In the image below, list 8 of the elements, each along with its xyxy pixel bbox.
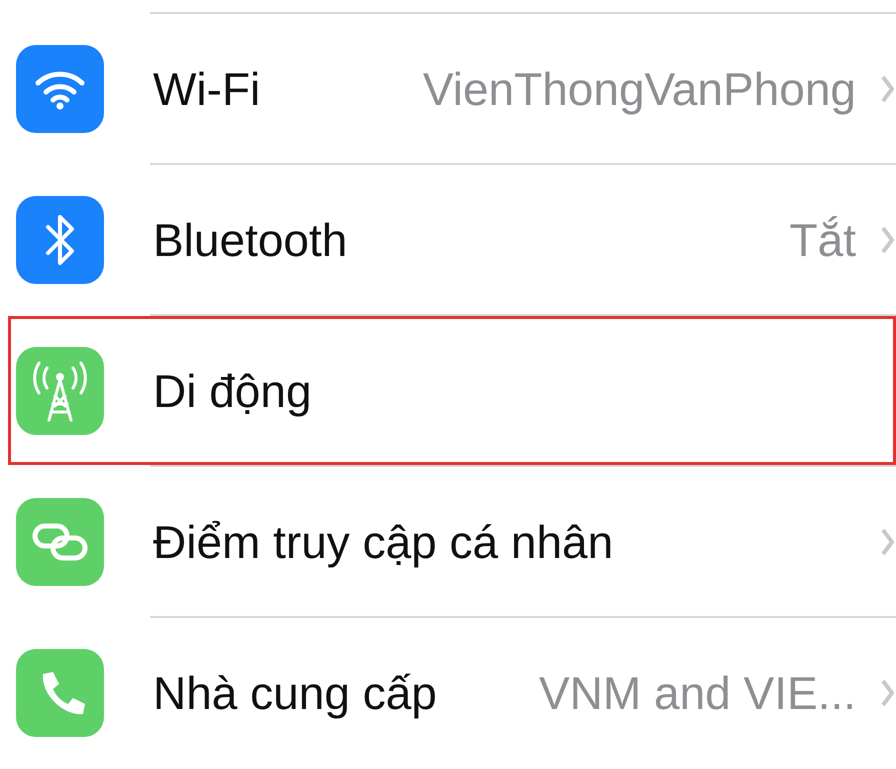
row-label[interactable]: Điểm truy cập cá nhân xyxy=(153,514,614,568)
row-value: VNM and VIE... xyxy=(538,666,856,720)
row-label[interactable]: Wi-Fi xyxy=(153,62,260,116)
row-label[interactable]: Nhà cung cấp xyxy=(153,666,437,720)
row-label[interactable]: Bluetooth xyxy=(153,212,348,266)
row-value: VienThongVanPhong xyxy=(422,62,856,116)
row-label[interactable]: Di động xyxy=(153,364,312,418)
row-value: Tắt xyxy=(790,212,856,266)
